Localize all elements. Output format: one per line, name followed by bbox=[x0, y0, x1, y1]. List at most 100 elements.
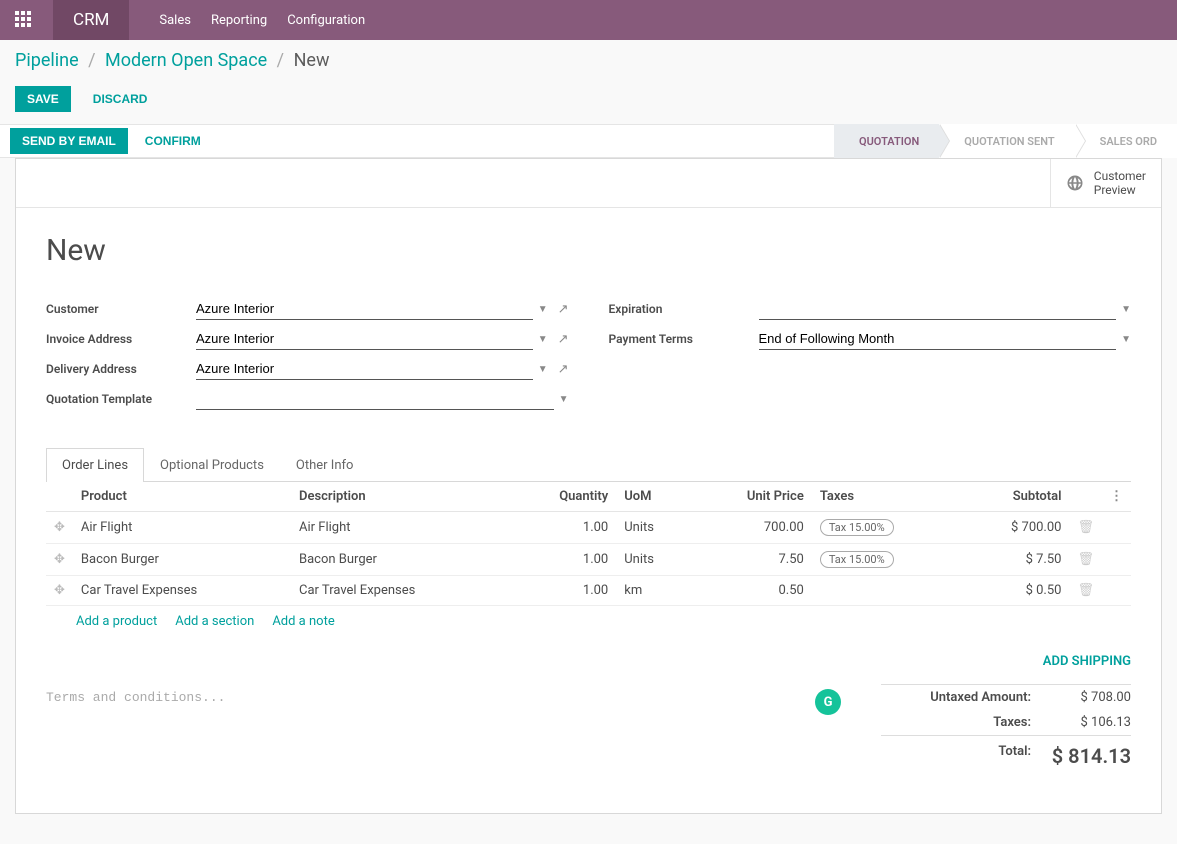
top-nav: Sales Reporting Configuration bbox=[159, 13, 365, 28]
dropdown-icon[interactable]: ▼ bbox=[1121, 334, 1131, 345]
dropdown-icon[interactable]: ▼ bbox=[559, 394, 569, 405]
tab-other-info[interactable]: Other Info bbox=[280, 448, 370, 482]
external-link-icon[interactable]: ↗ bbox=[558, 332, 569, 347]
drag-handle-icon[interactable]: ✥ bbox=[46, 512, 73, 544]
send-by-email-button[interactable]: SEND BY EMAIL bbox=[10, 128, 128, 154]
status-steps: QUOTATION QUOTATION SENT SALES ORD bbox=[834, 124, 1177, 158]
status-quotation-sent[interactable]: QUOTATION SENT bbox=[939, 124, 1074, 158]
expiration-field[interactable] bbox=[759, 298, 1117, 320]
action-bar: SAVE DISCARD bbox=[0, 81, 1177, 124]
discard-button[interactable]: DISCARD bbox=[81, 86, 160, 112]
col-description: Description bbox=[291, 482, 509, 512]
cell-taxes[interactable] bbox=[812, 576, 960, 606]
nav-configuration[interactable]: Configuration bbox=[287, 13, 365, 28]
col-product: Product bbox=[73, 482, 291, 512]
add-note-link[interactable]: Add a note bbox=[272, 614, 334, 629]
trash-icon[interactable]: 🗑 bbox=[1069, 512, 1102, 544]
cell-product[interactable]: Bacon Burger bbox=[73, 544, 291, 576]
breadcrumb-current: New bbox=[294, 50, 330, 71]
cell-product[interactable]: Car Travel Expenses bbox=[73, 576, 291, 606]
payment-terms-field[interactable] bbox=[759, 328, 1117, 350]
tab-optional-products[interactable]: Optional Products bbox=[144, 448, 280, 482]
quotation-template-label: Quotation Template bbox=[46, 392, 196, 406]
add-section-link[interactable]: Add a section bbox=[175, 614, 254, 629]
cell-uom[interactable]: Units bbox=[616, 544, 691, 576]
breadcrumb-sep: / bbox=[277, 50, 284, 71]
cell-quantity[interactable]: 1.00 bbox=[509, 576, 616, 606]
customer-label: Customer bbox=[46, 302, 196, 316]
terms-and-conditions-input[interactable] bbox=[46, 684, 775, 726]
status-sales-order[interactable]: SALES ORD bbox=[1075, 124, 1177, 158]
cell-taxes[interactable]: Tax 15.00% bbox=[812, 544, 960, 576]
customer-preview-label: Customer Preview bbox=[1094, 169, 1146, 197]
columns-menu-icon[interactable]: ⋮ bbox=[1102, 482, 1131, 512]
dropdown-icon[interactable]: ▼ bbox=[1121, 304, 1131, 315]
cell-uom[interactable]: Units bbox=[616, 512, 691, 544]
cell-taxes[interactable]: Tax 15.00% bbox=[812, 512, 960, 544]
delivery-address-label: Delivery Address bbox=[46, 362, 196, 376]
cell-unit-price[interactable]: 7.50 bbox=[692, 544, 812, 576]
tax-badge: Tax 15.00% bbox=[820, 551, 894, 568]
cell-description[interactable]: Car Travel Expenses bbox=[291, 576, 509, 606]
total-value: $ 814.13 bbox=[1031, 744, 1131, 768]
customer-preview-button[interactable]: Customer Preview bbox=[1050, 159, 1161, 207]
status-quotation[interactable]: QUOTATION bbox=[834, 124, 939, 158]
cell-quantity[interactable]: 1.00 bbox=[509, 512, 616, 544]
cell-subtotal: $ 7.50 bbox=[960, 544, 1070, 576]
cell-uom[interactable]: km bbox=[616, 576, 691, 606]
add-product-link[interactable]: Add a product bbox=[76, 614, 157, 629]
external-link-icon[interactable]: ↗ bbox=[558, 362, 569, 377]
invoice-address-field[interactable] bbox=[196, 328, 533, 350]
table-row[interactable]: ✥Bacon BurgerBacon Burger1.00Units7.50Ta… bbox=[46, 544, 1131, 576]
external-link-icon[interactable]: ↗ bbox=[558, 302, 569, 317]
app-title[interactable]: CRM bbox=[53, 0, 129, 40]
statusbar: SEND BY EMAIL CONFIRM QUOTATION QUOTATIO… bbox=[0, 124, 1177, 158]
taxes-value: $ 106.13 bbox=[1031, 715, 1131, 730]
customer-field[interactable] bbox=[196, 298, 533, 320]
cell-description[interactable]: Bacon Burger bbox=[291, 544, 509, 576]
tax-badge: Tax 15.00% bbox=[820, 519, 894, 536]
cell-subtotal: $ 0.50 bbox=[960, 576, 1070, 606]
table-row[interactable]: ✥Air FlightAir Flight1.00Units700.00Tax … bbox=[46, 512, 1131, 544]
trash-icon[interactable]: 🗑 bbox=[1069, 544, 1102, 576]
dropdown-icon[interactable]: ▼ bbox=[538, 304, 548, 315]
order-lines-table: Product Description Quantity UoM Unit Pr… bbox=[46, 482, 1131, 606]
col-subtotal: Subtotal bbox=[960, 482, 1070, 512]
drag-handle-icon[interactable]: ✥ bbox=[46, 576, 73, 606]
save-button[interactable]: SAVE bbox=[15, 86, 71, 112]
nav-reporting[interactable]: Reporting bbox=[211, 13, 267, 28]
breadcrumb-sep: / bbox=[88, 50, 95, 71]
grammarly-icon[interactable]: G bbox=[815, 689, 841, 715]
apps-icon[interactable] bbox=[15, 11, 33, 29]
cell-quantity[interactable]: 1.00 bbox=[509, 544, 616, 576]
cell-unit-price[interactable]: 0.50 bbox=[692, 576, 812, 606]
dropdown-icon[interactable]: ▼ bbox=[538, 334, 548, 345]
tab-order-lines[interactable]: Order Lines bbox=[46, 448, 144, 482]
cell-subtotal: $ 700.00 bbox=[960, 512, 1070, 544]
expiration-label: Expiration bbox=[609, 302, 759, 316]
form-sheet: Customer Preview New Customer ▼ ↗ bbox=[15, 158, 1162, 814]
confirm-button[interactable]: CONFIRM bbox=[133, 128, 213, 154]
breadcrumb-pipeline[interactable]: Pipeline bbox=[15, 50, 79, 71]
quotation-template-field[interactable] bbox=[196, 388, 554, 410]
table-row[interactable]: ✥Car Travel ExpensesCar Travel Expenses1… bbox=[46, 576, 1131, 606]
cell-description[interactable]: Air Flight bbox=[291, 512, 509, 544]
col-quantity: Quantity bbox=[509, 482, 616, 512]
nav-sales[interactable]: Sales bbox=[159, 13, 191, 28]
drag-handle-icon[interactable]: ✥ bbox=[46, 544, 73, 576]
tabs: Order Lines Optional Products Other Info bbox=[46, 448, 1131, 482]
page-title: New bbox=[46, 233, 1131, 268]
untaxed-label: Untaxed Amount: bbox=[881, 690, 1031, 705]
delivery-address-field[interactable] bbox=[196, 358, 533, 380]
dropdown-icon[interactable]: ▼ bbox=[538, 364, 548, 375]
col-taxes: Taxes bbox=[812, 482, 960, 512]
breadcrumb-opportunity[interactable]: Modern Open Space bbox=[105, 50, 267, 71]
col-uom: UoM bbox=[616, 482, 691, 512]
taxes-label: Taxes: bbox=[881, 715, 1031, 730]
total-label: Total: bbox=[881, 744, 1031, 768]
cell-product[interactable]: Air Flight bbox=[73, 512, 291, 544]
cell-unit-price[interactable]: 700.00 bbox=[692, 512, 812, 544]
trash-icon[interactable]: 🗑 bbox=[1069, 576, 1102, 606]
globe-icon bbox=[1066, 174, 1084, 192]
add-shipping-button[interactable]: ADD SHIPPING bbox=[1043, 654, 1131, 669]
